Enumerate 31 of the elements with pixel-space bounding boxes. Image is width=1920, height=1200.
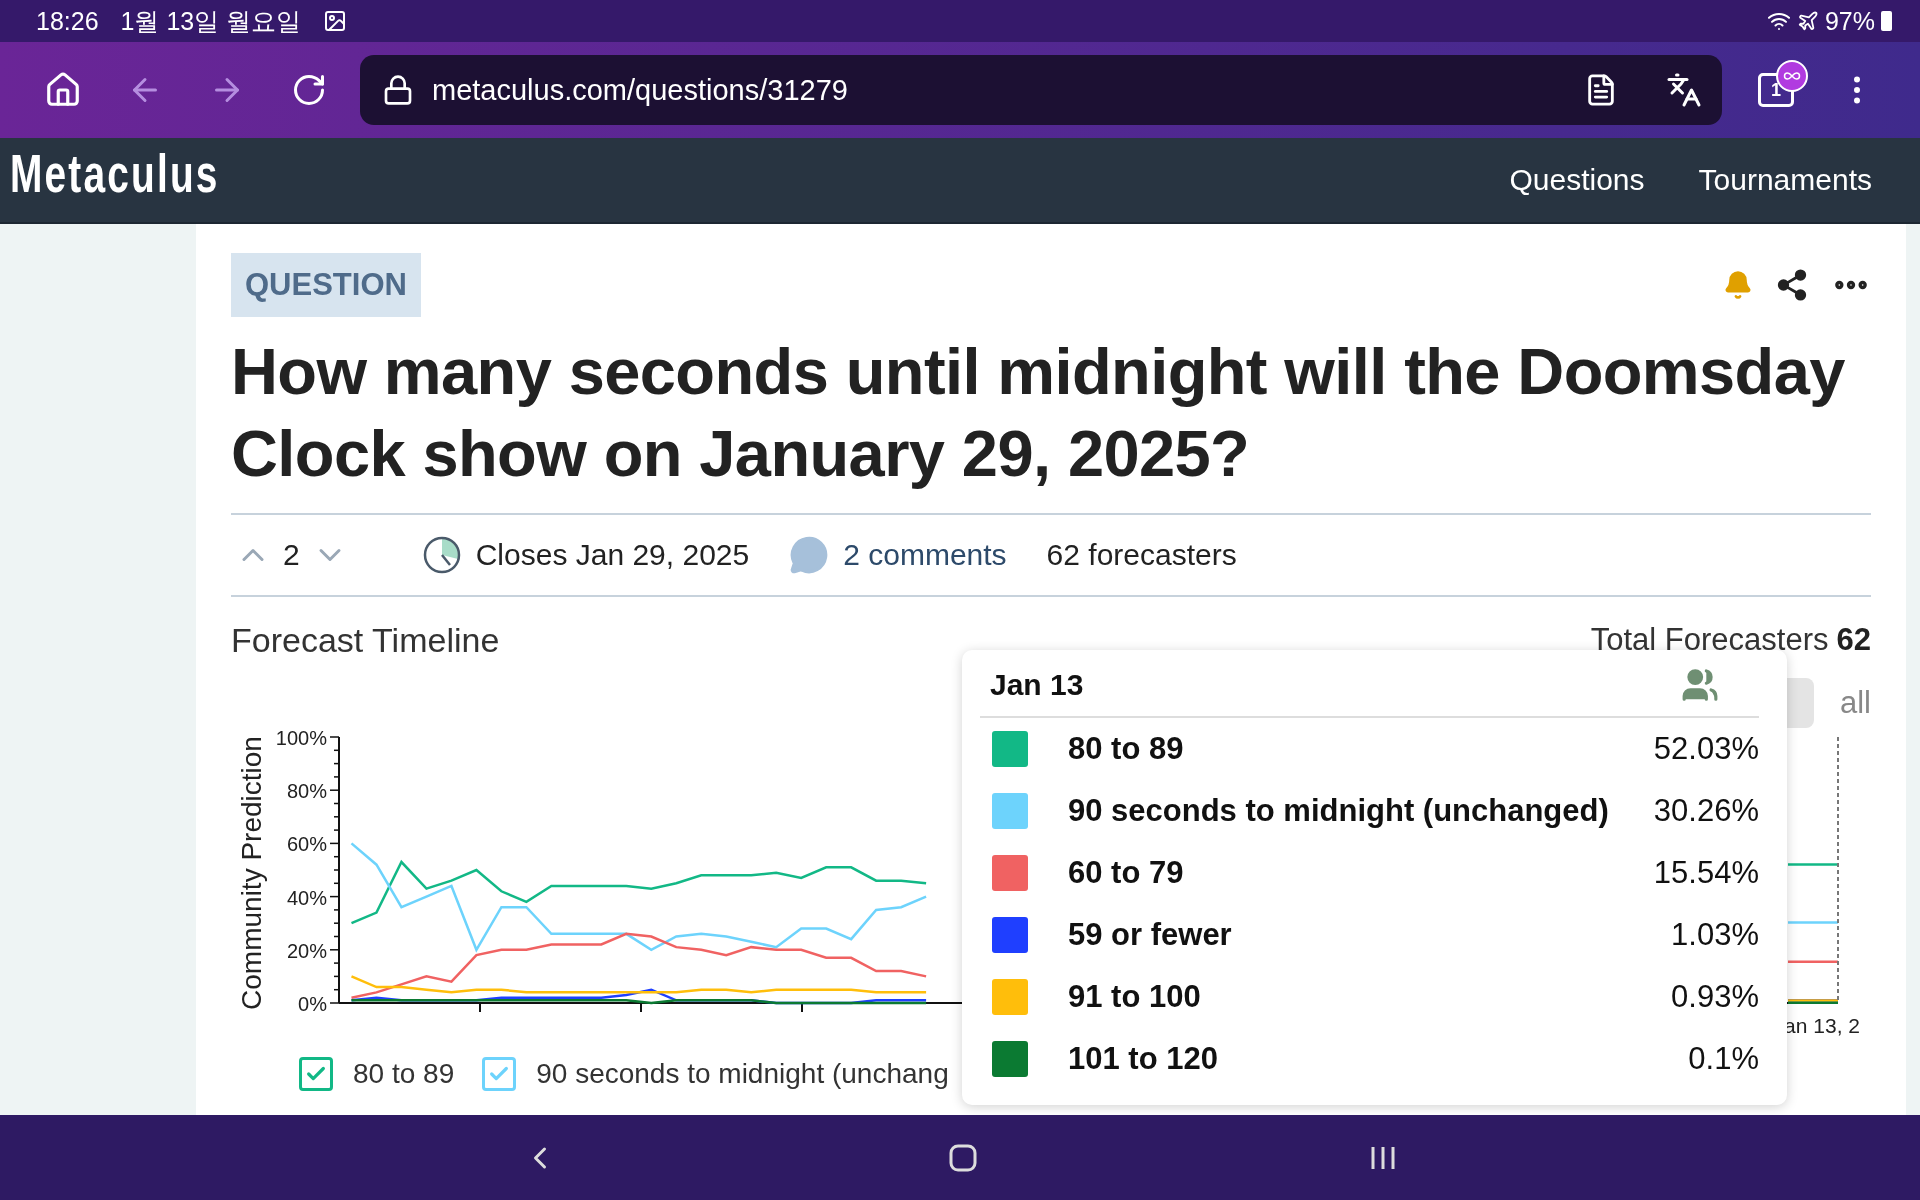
question-badge: QUESTION [231,253,421,317]
total-forecasters-value: 62 [1836,622,1871,658]
option-label: 60 to 79 [1068,855,1185,891]
tooltip-date: Jan 13 [990,668,1084,702]
status-time: 18:26 [36,6,99,36]
tick-label: 80% [286,780,327,803]
tick-label: 20% [286,939,327,962]
tick-label: 100% [275,727,327,749]
option-value: 0.1% [1688,1041,1759,1077]
tick-label: 0% [298,993,327,1015]
total-forecasters-label: Total Forecasters [1590,622,1829,658]
forecaster-count: 62 forecasters [1046,538,1237,572]
option-label: 80 to 89 [1068,731,1185,767]
vote-count: 2 [283,538,300,572]
option-value: 52.03% [1653,731,1759,767]
option-label: 59 or fewer [1068,917,1233,953]
tick-label: 60% [286,833,327,856]
option-label: 90 seconds to midnight (unchanged) [1068,793,1610,829]
close-date: Closes Jan 29, 2025 [475,538,750,572]
tick-label: 40% [286,886,327,909]
option-label: 101 to 120 [1068,1041,1219,1077]
option-value: 1.03% [1671,917,1759,953]
option-value: 15.54% [1653,855,1759,891]
section-heading: Forecast Timeline [231,620,500,660]
question-title: How many seconds until midnight will the Doomsday Clock show on January 29, 2025? [231,334,1846,492]
option-value: 0.93% [1671,979,1759,1015]
axis-title: Community Prediction [236,736,267,1010]
status-date: 1월 13일 월요일 [120,5,302,37]
battery-percent: 97% [1824,6,1875,36]
option-value: 30.26% [1653,793,1759,829]
option-label: 91 to 100 [1068,979,1202,1015]
